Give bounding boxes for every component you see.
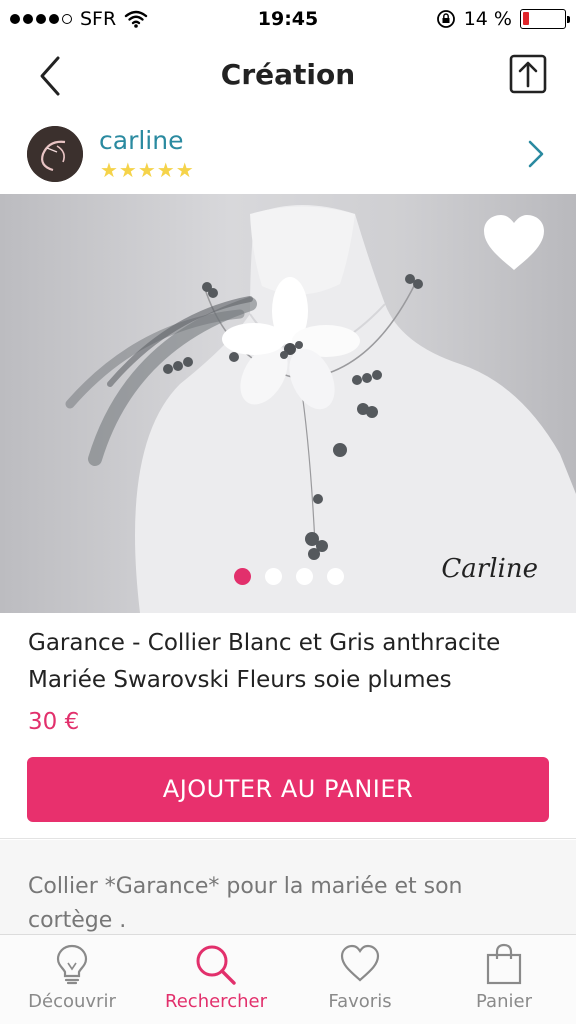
tab-label: Rechercher [165, 991, 267, 1012]
lightbulb-icon [56, 944, 88, 985]
product-info: Garance - Collier Blanc et Gris anthraci… [0, 613, 576, 839]
product-image[interactable]: Carline [0, 194, 576, 613]
tab-label: Découvrir [28, 991, 116, 1012]
tab-label: Panier [476, 991, 532, 1012]
seller-row[interactable]: carline ★★★★★ [0, 112, 576, 194]
seller-avatar[interactable] [27, 126, 83, 182]
image-watermark: Carline [441, 554, 538, 584]
seller-chevron-right-icon[interactable] [526, 138, 546, 170]
carousel-dot[interactable] [327, 568, 344, 585]
share-button[interactable] [508, 52, 548, 96]
carousel-dot[interactable] [234, 568, 251, 585]
product-title: Garance - Collier Blanc et Gris anthraci… [28, 630, 501, 693]
share-icon [509, 54, 547, 94]
tab-panier[interactable]: Panier [432, 943, 576, 1023]
heart-icon [484, 215, 544, 270]
battery-level [523, 12, 529, 25]
seller-logo-icon [27, 126, 83, 182]
seller-rating-stars: ★★★★★ [100, 158, 195, 182]
seller-name[interactable]: carline [99, 126, 183, 155]
battery-icon [520, 9, 570, 29]
shopping-bag-icon [486, 943, 522, 985]
product-price: 30 € [28, 709, 80, 735]
product-description: Collier *Garance* pour la mariée et son … [28, 874, 463, 933]
carousel-indicator[interactable] [234, 568, 344, 585]
carousel-dot[interactable] [265, 568, 282, 585]
status-bar: SFR 19:45 14 % [0, 0, 576, 40]
tab-decouvrir[interactable]: Découvrir [0, 943, 144, 1023]
page-title: Création [220, 58, 356, 91]
description-section: Collier *Garance* pour la mariée et son … [0, 840, 576, 934]
add-to-cart-button[interactable]: AJOUTER AU PANIER [27, 757, 549, 822]
battery-percent: 14 % [463, 8, 512, 30]
tab-favoris[interactable]: Favoris [288, 943, 432, 1023]
carousel-dot[interactable] [296, 568, 313, 585]
favorite-heart-button[interactable] [480, 212, 548, 274]
tab-bar: Découvrir Rechercher Favoris Panier [0, 934, 576, 1024]
rotation-lock-icon [436, 10, 455, 28]
search-icon [196, 945, 236, 985]
heart-icon [340, 944, 380, 982]
tab-rechercher[interactable]: Rechercher [144, 943, 288, 1023]
navigation-bar: Création [0, 40, 576, 112]
tab-label: Favoris [328, 991, 392, 1012]
status-right: 14 % [436, 8, 570, 30]
